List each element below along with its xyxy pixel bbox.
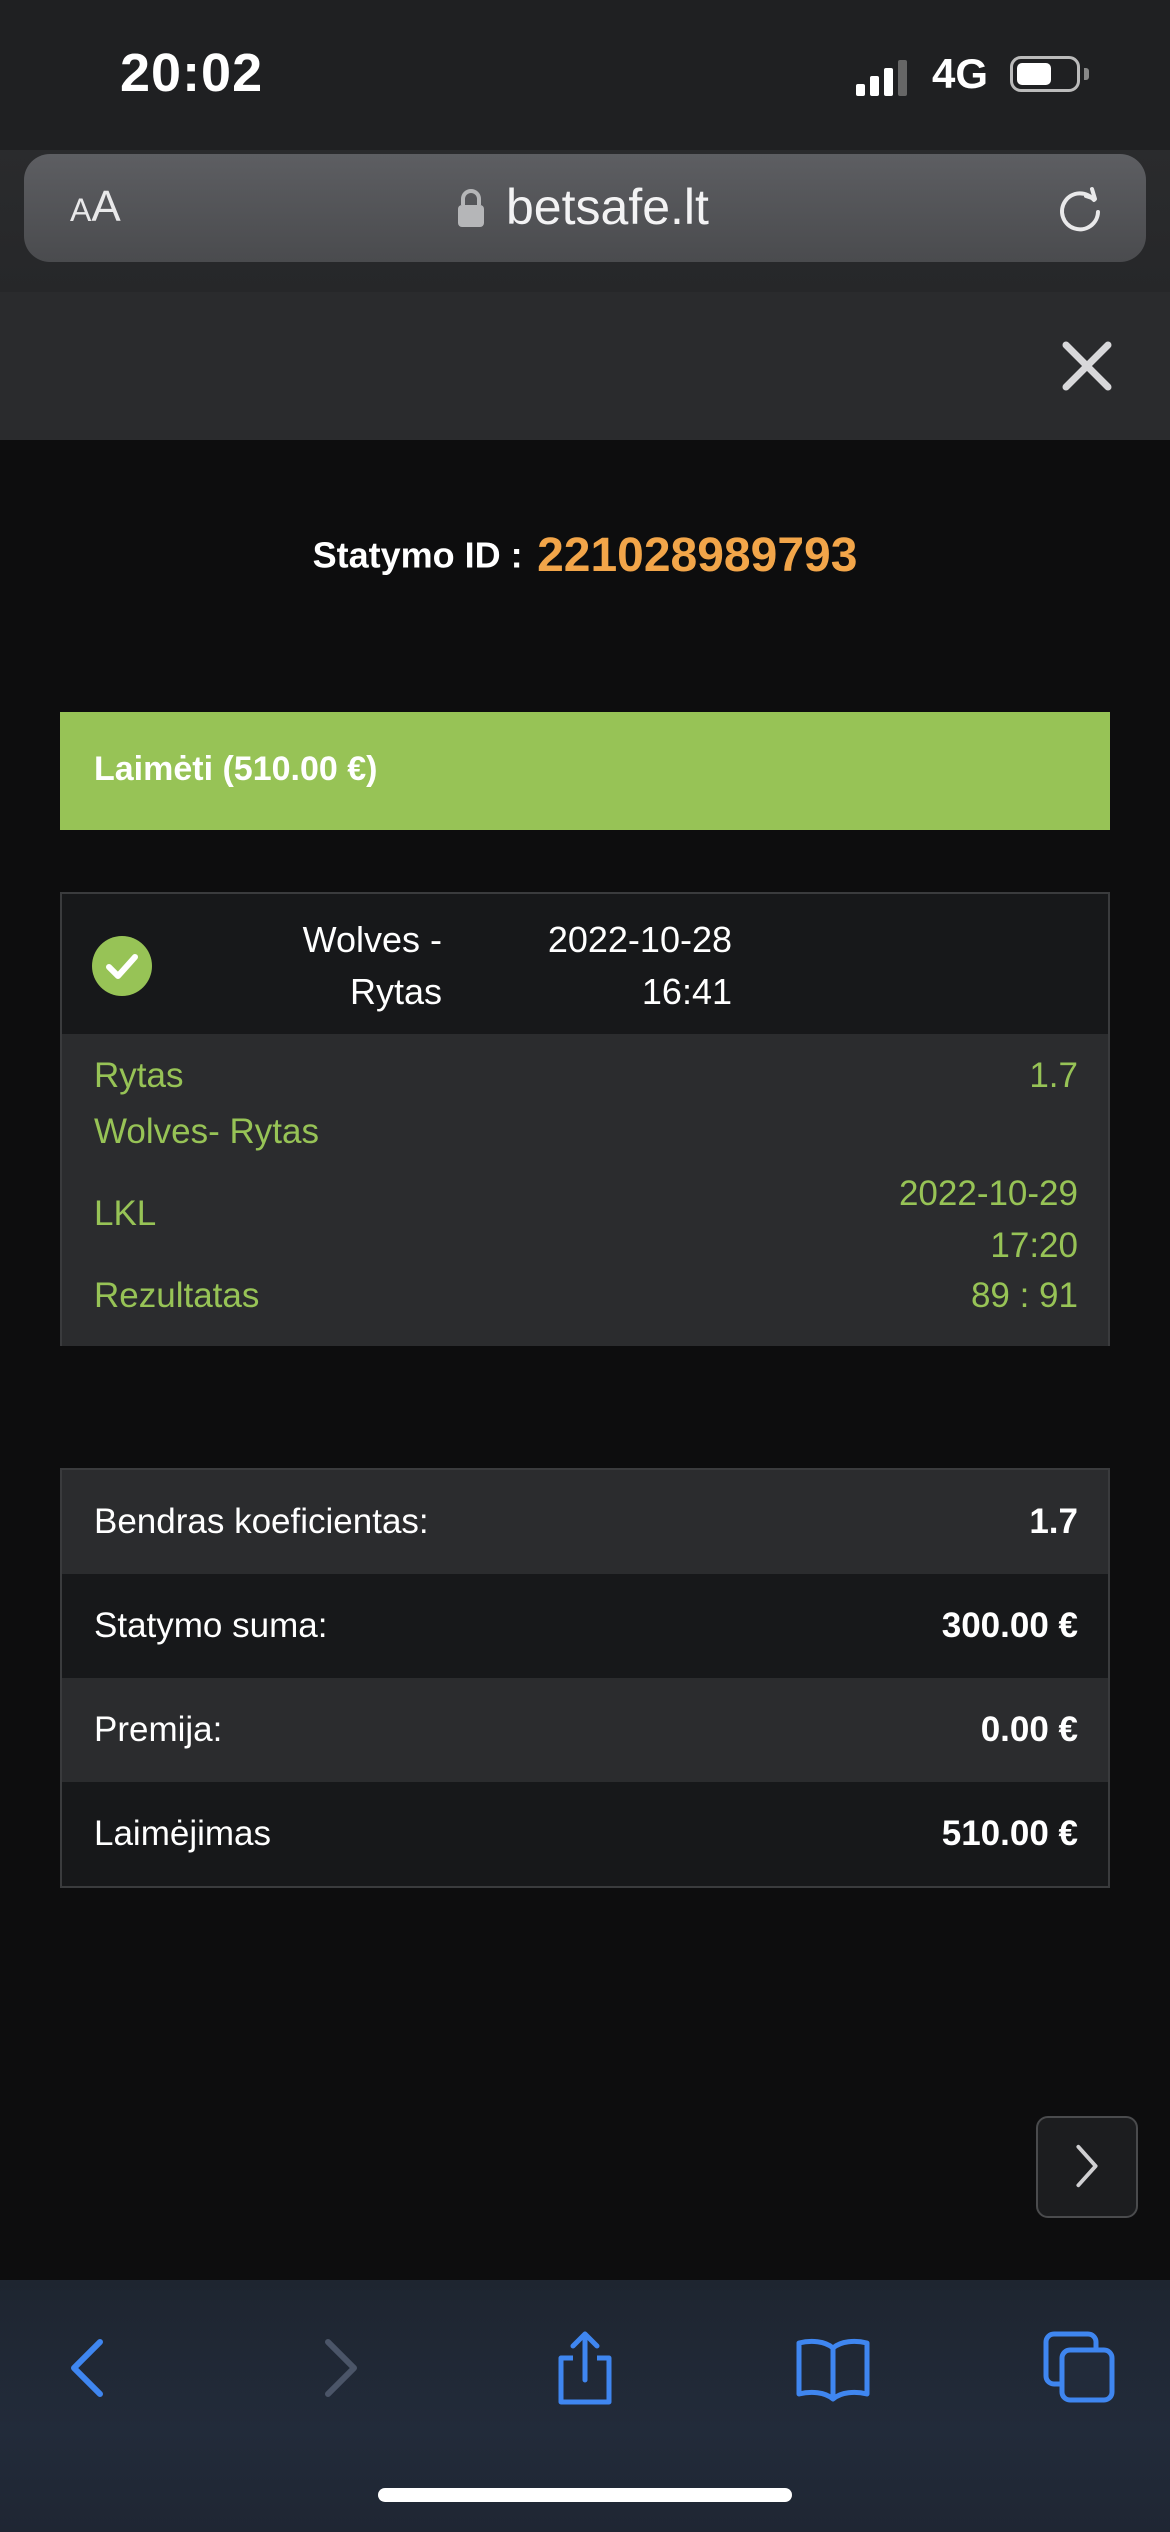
address-bar[interactable]: AA betsafe.lt [24,154,1146,262]
bet-placed-date: 2022-10-28 [547,919,732,960]
tabs-icon[interactable] [1040,2328,1120,2408]
summary-value: 0.00 € [980,1710,1078,1749]
bet-id: Statymo ID : 221028989793 [0,528,1170,583]
event-teams-line2: Rytas [349,971,442,1012]
clock: 20:02 [120,43,264,103]
event-details: Rytas 1.7 Wolves- Rytas LKL 2022-10-29 1… [62,1034,1108,1346]
next-button[interactable] [1036,2116,1138,2218]
match-date: 2022-10-29 [898,1174,1078,1213]
match-time: 17:20 [990,1226,1078,1265]
url-domain: betsafe.lt [506,179,709,235]
bet-placed-datetime: 2022-10-28 16:41 [532,914,732,1018]
event-teams: Wolves - Rytas [192,914,442,1018]
bet-status-banner: Laimėti (510.00 €) [60,712,1110,830]
lock-icon [458,189,484,227]
result-label: Rezultatas [94,1276,260,1315]
bet-placed-time: 16:41 [641,971,732,1012]
event-header: Wolves - Rytas 2022-10-28 16:41 [62,894,1108,1034]
battery-icon [1010,56,1080,92]
selection-odds: 1.7 [1029,1056,1078,1095]
browser-address-area: AA betsafe.lt [0,150,1170,292]
share-icon[interactable] [545,2328,625,2408]
bet-summary: Bendras koeficientas: 1.7 Statymo suma: … [60,1468,1110,1888]
result-value: 89 : 91 [970,1276,1078,1315]
summary-label: Statymo suma: [94,1606,328,1645]
reload-icon[interactable] [1054,184,1106,236]
summary-row-winnings: Laimėjimas 510.00 € [62,1782,1108,1886]
summary-value: 510.00 € [941,1814,1078,1853]
modal-header [0,292,1170,440]
selection: Rytas [94,1056,184,1095]
forward-icon[interactable] [300,2328,380,2408]
text-size-button[interactable]: AA [70,182,121,232]
cellular-signal-icon [856,60,907,96]
summary-label: Premija: [94,1710,223,1749]
check-circle-icon [92,936,152,996]
match-datetime: 2022-10-29 17:20 [899,1168,1078,1272]
summary-label: Laimėjimas [94,1814,271,1853]
event-teams-line1: Wolves - [302,919,442,960]
summary-row-total-odds: Bendras koeficientas: 1.7 [62,1470,1108,1574]
summary-value: 300.00 € [941,1606,1078,1645]
close-icon[interactable] [1058,337,1116,395]
home-indicator [378,2488,792,2502]
league: LKL [94,1194,157,1233]
bet-id-value: 221028989793 [537,529,858,582]
summary-row-bonus: Premija: 0.00 € [62,1678,1108,1782]
match-name: Wolves- Rytas [94,1112,319,1151]
summary-row-stake: Statymo suma: 300.00 € [62,1574,1108,1678]
bet-status-text: Laimėti (510.00 €) [94,750,378,788]
summary-label: Bendras koeficientas: [94,1502,429,1541]
chevron-right-icon [1076,2144,1098,2188]
network-type: 4G [932,50,989,97]
summary-value: 1.7 [1029,1502,1078,1541]
status-bar: 20:02 4G [0,0,1170,150]
event-card: Wolves - Rytas 2022-10-28 16:41 Rytas 1.… [60,892,1110,1346]
battery-cap [1084,68,1089,80]
bet-id-label: Statymo ID : [312,534,523,576]
bookmarks-icon[interactable] [793,2328,873,2408]
back-icon[interactable] [48,2328,128,2408]
